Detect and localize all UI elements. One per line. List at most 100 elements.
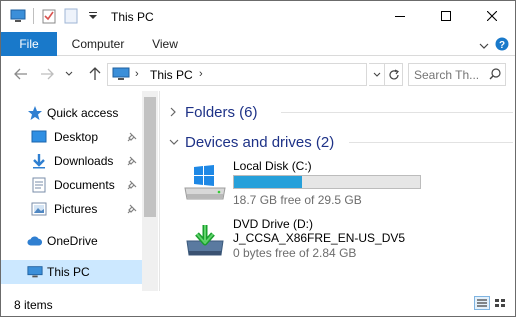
scrollbar-thumb[interactable] [144, 97, 156, 217]
drive-volume-label: J_CCSA_X86FRE_EN-US_DV5 [233, 231, 406, 245]
svg-text:?: ? [499, 40, 505, 51]
up-button[interactable] [85, 65, 105, 83]
chevron-down-icon[interactable] [169, 138, 181, 146]
nav-item-this-pc[interactable]: This PC [1, 260, 142, 284]
nav-item-quick-access[interactable]: Quick access [1, 101, 142, 125]
group-title: Devices and drives (2) [185, 133, 335, 151]
star-icon [27, 105, 43, 121]
pictures-folder-icon [31, 201, 47, 217]
quick-access-toolbar [9, 7, 102, 25]
explorer-window: This PC File Computer View ? › This PC ›… [0, 0, 516, 317]
group-divider [281, 112, 513, 113]
nav-item-label: Documents [54, 178, 115, 192]
nav-item-downloads[interactable]: Downloads [1, 149, 142, 173]
forward-arrow-icon [41, 68, 54, 80]
address-bar[interactable]: › This PC › [107, 63, 367, 86]
back-arrow-icon [14, 68, 27, 80]
ribbon-tabs: File Computer View ? [1, 32, 515, 56]
computer-icon[interactable] [9, 7, 27, 25]
toolbar-divider [33, 8, 34, 24]
content-pane: Folders (6) Devices and drives (2) Local… [161, 91, 515, 291]
help-icon: ? [495, 37, 509, 51]
help-button[interactable]: ? [495, 37, 509, 54]
view-toggle [474, 296, 507, 310]
pin-icon[interactable] [127, 131, 137, 145]
chevron-down-icon [373, 72, 380, 77]
tab-view[interactable]: View [147, 32, 183, 56]
nav-item-label: OneDrive [47, 234, 98, 248]
breadcrumb-this-pc[interactable]: This PC [150, 68, 193, 82]
chevron-right-icon[interactable] [169, 107, 181, 117]
documents-folder-icon [31, 177, 47, 193]
drive-usage-bar [233, 175, 421, 189]
tab-computer[interactable]: Computer [67, 32, 129, 56]
maximize-button[interactable] [423, 1, 469, 31]
back-button[interactable] [11, 65, 31, 83]
drive-item-d[interactable]: DVD Drive (D:) J_CCSA_X86FRE_EN-US_DV5 0… [177, 215, 507, 271]
breadcrumb-separator-icon[interactable]: › [199, 68, 203, 80]
expand-ribbon-button[interactable] [479, 39, 489, 53]
details-view-button[interactable] [474, 296, 490, 310]
drive-name: Local Disk (C:) [233, 159, 312, 173]
customize-toolbar-dropdown-icon[interactable] [84, 7, 102, 25]
search-icon[interactable] [489, 68, 501, 83]
nav-item-desktop[interactable]: Desktop [1, 125, 142, 149]
pin-icon[interactable] [127, 179, 137, 193]
nav-item-pictures[interactable]: Pictures [1, 197, 142, 221]
large-icons-view-button[interactable] [493, 297, 507, 309]
nav-item-label: Pictures [54, 202, 98, 216]
search-input[interactable] [414, 68, 486, 82]
nav-item-documents[interactable]: Documents [1, 173, 142, 197]
computer-icon [112, 67, 130, 84]
nav-item-label: Downloads [54, 154, 114, 168]
navigation-bar: › This PC › [1, 57, 515, 91]
nav-item-label: Quick access [47, 106, 119, 120]
computer-icon [27, 264, 43, 280]
nav-item-onedrive[interactable]: OneDrive [1, 229, 142, 253]
ribbon-right-controls: ? [479, 37, 509, 54]
refresh-button[interactable] [385, 63, 403, 86]
large-icons-view-icon [495, 299, 505, 307]
refresh-icon [388, 68, 399, 79]
group-header-devices[interactable]: Devices and drives (2) [169, 131, 515, 153]
onedrive-cloud-icon [27, 233, 43, 249]
item-count: 8 items [14, 298, 53, 312]
group-title: Folders (6) [185, 103, 258, 121]
recent-locations-button[interactable] [63, 65, 75, 83]
group-header-folders[interactable]: Folders (6) [169, 101, 515, 123]
tab-file[interactable]: File [1, 32, 57, 56]
downloads-folder-icon [31, 153, 47, 169]
drive-free-space: 0 bytes free of 2.84 GB [233, 246, 357, 260]
nav-item-label: This PC [47, 265, 90, 279]
drive-free-space: 18.7 GB free of 29.5 GB [233, 193, 362, 207]
forward-button[interactable] [37, 65, 57, 83]
status-bar: 8 items [1, 291, 515, 316]
drive-name: DVD Drive (D:) [233, 217, 313, 231]
details-view-icon [477, 299, 487, 307]
chevron-down-icon [479, 43, 489, 49]
minimize-button[interactable] [377, 1, 423, 31]
window-title: This PC [111, 10, 154, 24]
pin-icon[interactable] [127, 155, 137, 169]
address-history-dropdown[interactable] [369, 63, 385, 86]
hard-drive-icon [181, 163, 229, 203]
search-box[interactable] [408, 63, 506, 86]
navigation-pane-scrollbar[interactable] [142, 91, 158, 291]
chevron-down-icon [65, 71, 73, 76]
close-button[interactable] [469, 1, 515, 31]
pin-icon[interactable] [127, 203, 137, 217]
breadcrumb-separator-icon[interactable]: › [135, 68, 139, 80]
dvd-drive-icon [181, 221, 229, 261]
title-bar: This PC [1, 1, 515, 32]
pane-divider[interactable] [159, 91, 160, 291]
close-icon [487, 11, 497, 21]
properties-icon[interactable] [40, 7, 58, 25]
maximize-icon [441, 11, 451, 21]
new-folder-icon[interactable] [62, 7, 80, 25]
navigation-pane: Quick access Desktop Downloads Documents… [1, 91, 159, 291]
desktop-folder-icon [31, 129, 47, 145]
group-divider [349, 142, 513, 143]
nav-item-label: Desktop [54, 130, 99, 144]
minimize-icon [395, 16, 405, 17]
drive-item-c[interactable]: Local Disk (C:) 18.7 GB free of 29.5 GB [177, 157, 507, 213]
